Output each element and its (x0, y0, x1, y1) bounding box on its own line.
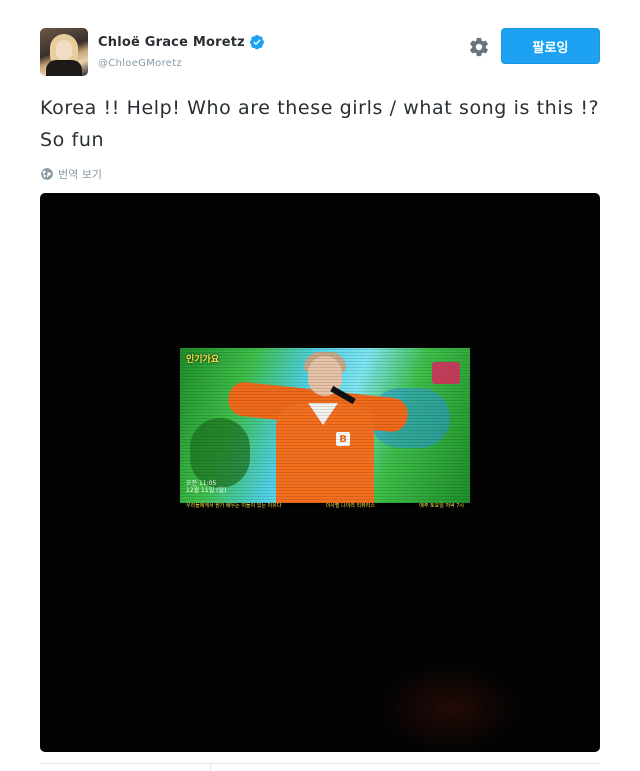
translate-label: 번역 보기 (58, 168, 102, 181)
tweet-card: Chloë Grace Moretz @ChloeGMoretz 팔로잉 Kor… (0, 0, 640, 771)
avatar-face (56, 40, 72, 60)
tweet-media-video[interactable]: B 인기가요 오전 11:05 12월 11일 (일) 우리들에게서 뭔가 배우… (40, 193, 600, 752)
broadcast-logo: 인기가요 (186, 355, 220, 365)
tv-screen: B 인기가요 오전 11:05 12월 11일 (일) (180, 348, 470, 503)
globe-icon (41, 168, 53, 180)
avatar[interactable] (40, 28, 88, 76)
tweet-text: Korea !! Help! Who are these girls / wha… (40, 97, 600, 151)
display-name[interactable]: Chloë Grace Moretz (98, 35, 245, 50)
avatar-body (46, 60, 82, 76)
broadcast-time: 오전 11:05 12월 11일 (일) (186, 480, 226, 494)
name-row: Chloë Grace Moretz (98, 34, 265, 50)
ticker-mid: 이사벨 나이리 리뷰리스 (325, 503, 375, 509)
broadcast-time-sub: 12월 11일 (일) (186, 487, 227, 494)
tv-frame: B 인기가요 오전 11:05 12월 11일 (일) 우리들에게서 뭔가 배우… (180, 348, 470, 509)
following-button[interactable]: 팔로잉 (501, 28, 600, 64)
verified-badge-icon (249, 35, 264, 50)
gear-icon[interactable] (468, 36, 490, 58)
ticker-left: 우리들에게서 뭔가 배우는 이들이 있는 이유다 (186, 503, 282, 509)
footer-divider (40, 763, 600, 764)
footer-separator (210, 764, 211, 771)
broadcast-ticker: 우리들에게서 뭔가 배우는 이들이 있는 이유다 이사벨 나이리 리뷰리스 매주… (180, 503, 470, 509)
channel-logo (432, 362, 460, 384)
ticker-right: 매주 토요일 저녁 7시 (419, 503, 464, 509)
media-ambient-glow (380, 663, 520, 752)
translate-link[interactable]: 번역 보기 (40, 166, 102, 182)
user-handle[interactable]: @ChloeGMoretz (98, 58, 182, 69)
broadcast-time-main: 오전 11:05 (186, 480, 217, 487)
